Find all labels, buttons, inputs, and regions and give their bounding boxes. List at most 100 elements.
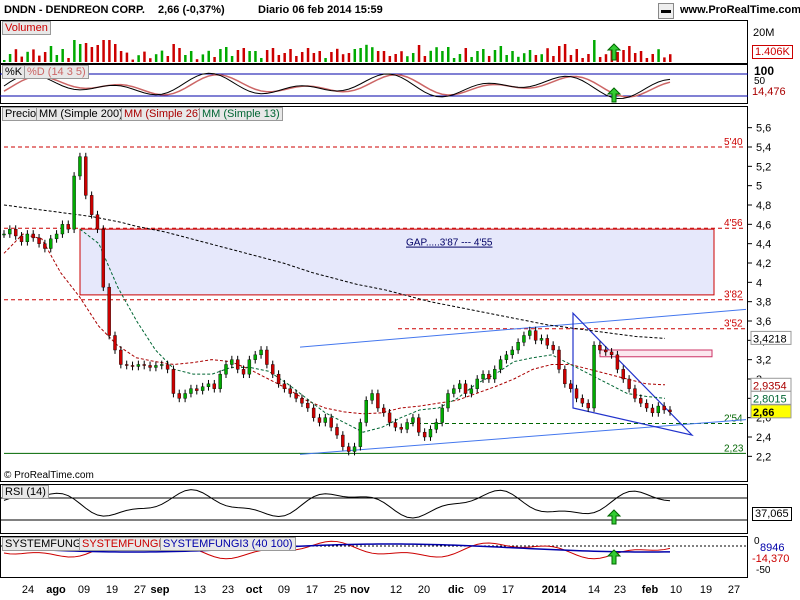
candle-body (72, 175, 76, 230)
candle-body (288, 388, 292, 394)
volume-bar (505, 55, 508, 62)
x-tick-label: 09 (278, 584, 290, 596)
x-tick-label: 09 (78, 584, 90, 596)
y-tick-label: 3,8 (756, 297, 771, 309)
candle-body (37, 237, 41, 244)
volume-bar (236, 50, 240, 62)
ma26-label: MM (Simple 26) (121, 107, 205, 121)
volume-bar (341, 54, 345, 62)
candle-body (25, 233, 30, 242)
candle-body (107, 286, 111, 336)
level-label: 4'56 (724, 218, 743, 229)
volume-bar (184, 55, 187, 62)
instrument-title: DNDN - DENDREON CORP. (4, 4, 145, 16)
rsi-series-line (3, 489, 671, 519)
volume-bar (604, 54, 608, 62)
volume-bar (230, 56, 234, 62)
volume-bar (166, 56, 170, 62)
candle-body (545, 338, 550, 346)
volume-bar (154, 54, 158, 62)
candle-body (574, 388, 579, 399)
rsi-last-value: 37,065 (752, 507, 792, 521)
candle-body (66, 224, 70, 230)
volume-bar (534, 55, 538, 62)
candle-body (341, 434, 345, 447)
volume-bar (260, 58, 263, 62)
volume-bar (137, 55, 140, 62)
candle-body (615, 354, 620, 370)
volume-bar (26, 51, 29, 62)
volume-bar (575, 49, 579, 62)
y-tick-label: 4 (756, 277, 762, 289)
x-tick-label: 20 (418, 584, 430, 596)
candle-body (370, 393, 374, 401)
x-tick-label: 25 (334, 584, 346, 596)
candle-body (306, 402, 310, 409)
stoch-k-line (3, 72, 671, 100)
candle-body (656, 405, 661, 414)
x-axis: 24 ago 09 19 27 sep 13 23 oct 09 17 25 nov 12 20 dic 09 1… (22, 584, 740, 596)
candle-body (510, 349, 514, 356)
volume-bar (563, 44, 567, 62)
sf-label-2: SYSTEMFUNGI2 (79, 537, 171, 551)
candle-body (405, 422, 409, 430)
volume-bar (38, 55, 41, 62)
x-tick-label: ago (46, 584, 66, 596)
volume-bar (336, 48, 339, 62)
candle-body (160, 364, 164, 366)
volume-bar (225, 47, 228, 62)
y-tick-label: 4,2 (756, 258, 771, 270)
candle-body (440, 407, 444, 423)
volume-bar (195, 59, 199, 62)
volume-bar (73, 40, 76, 62)
candle-body (323, 417, 328, 423)
x-tick-label: sep (151, 584, 170, 596)
rsi-panel: RSI (14) 37,065 (0, 484, 800, 534)
stoch-d-label: %D (14 3 5) (24, 65, 89, 79)
volume-bar (429, 50, 432, 62)
candle-body (101, 228, 106, 288)
candle-body (382, 407, 386, 414)
volume-bar (517, 56, 520, 62)
candle-body (195, 388, 199, 391)
volume-bar (90, 47, 94, 62)
copyright: © ProRealTime.com (4, 470, 94, 481)
rsi-label: RSI (14) (2, 485, 49, 499)
volume-bar (359, 48, 362, 62)
volume-bar (254, 51, 257, 62)
gap-label: GAP.....3'87 --- 4'55 (406, 238, 493, 249)
candle-body (142, 364, 146, 366)
candle-body (89, 195, 94, 215)
candle-body (154, 365, 158, 368)
rsi-line (0, 489, 748, 525)
volume-bar (487, 56, 491, 62)
site-link[interactable]: www.ProRealTime.com (680, 4, 800, 16)
candle-body (19, 235, 24, 242)
volume-bar (8, 54, 12, 62)
ma13-label: MM (Simple 13) (199, 107, 283, 121)
sf-scale-bottom: -50 (756, 565, 771, 576)
volume-bar (639, 51, 643, 62)
x-tick-label: oct (246, 584, 263, 596)
volume-bar (669, 54, 672, 62)
volume-bar (411, 53, 415, 62)
y-tick-label: 2,2 (756, 451, 771, 463)
minimize-icon[interactable]: ▬ (658, 3, 674, 19)
x-tick-label: 2014 (542, 584, 567, 596)
y-tick-label: 3,6 (756, 316, 771, 328)
x-tick-label: 27 (728, 584, 740, 596)
volume-bar (657, 49, 660, 62)
candle-body (247, 359, 252, 375)
volume-bar (616, 52, 619, 62)
sf-scale-top: 0 (754, 536, 760, 547)
candle-body (311, 407, 316, 418)
volume-bar (178, 48, 181, 62)
candle-body (358, 422, 363, 447)
candle-body (317, 417, 322, 423)
volume-bar (55, 55, 59, 62)
volume-bar (67, 58, 70, 62)
candle-body (411, 417, 415, 423)
y-tick-label: 5,4 (756, 142, 771, 154)
volume-bar (3, 60, 6, 62)
candle-body (417, 417, 421, 433)
